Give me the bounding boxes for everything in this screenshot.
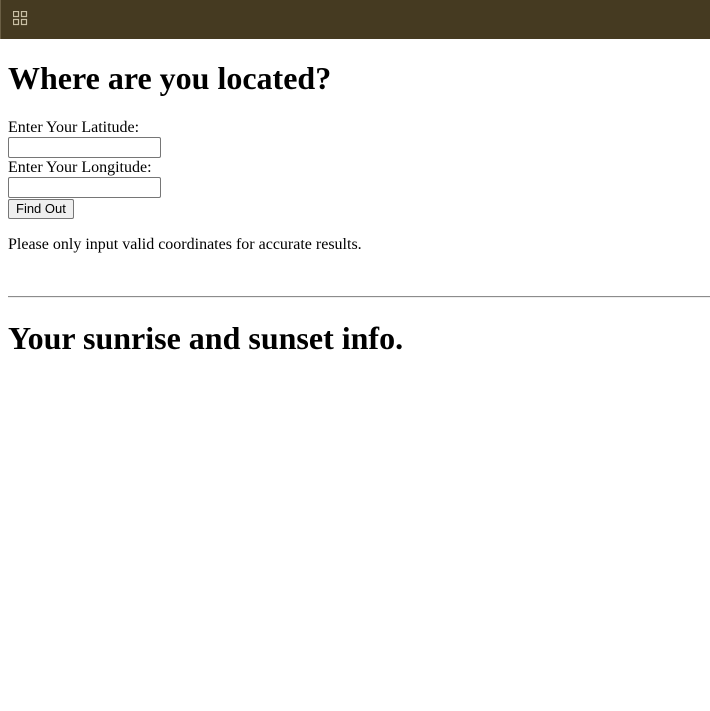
longitude-input[interactable] [8,177,161,198]
section-divider [8,296,710,298]
latitude-input[interactable] [8,137,161,158]
main-content: Where are you located? Enter Your Latitu… [0,39,710,357]
results-heading: Your sunrise and sunset info. [8,320,404,356]
find-out-button[interactable]: Find Out [8,199,74,219]
location-form: Enter Your Latitude: Enter Your Longitud… [8,118,702,219]
grid-apps-icon[interactable] [13,11,28,26]
longitude-label: Enter Your Longitude: [8,159,152,176]
coordinates-note: Please only input valid coordinates for … [8,236,362,253]
location-heading: Where are you located? [8,60,332,96]
latitude-label: Enter Your Latitude: [8,119,140,136]
top-bar [0,0,710,39]
